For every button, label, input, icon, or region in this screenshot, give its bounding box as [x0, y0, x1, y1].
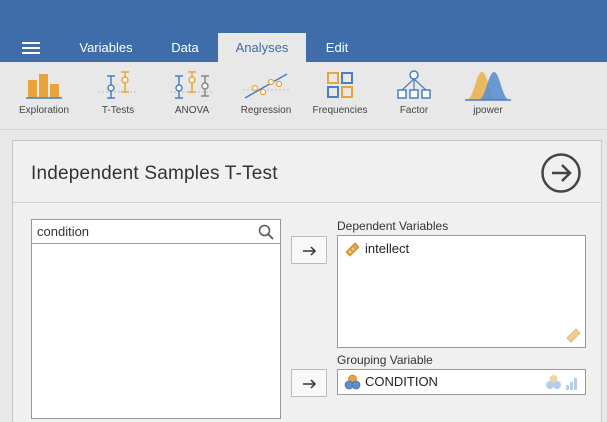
ribbon-label: jpower — [473, 105, 503, 116]
search-input[interactable] — [32, 220, 254, 243]
ribbon-label: Frequencies — [312, 105, 368, 116]
analysis-ribbon: Exploration T-Tests ANOVA Regression Fre… — [0, 62, 607, 130]
variable-list[interactable] — [31, 219, 281, 419]
ribbon-button-anova[interactable]: ANOVA — [157, 62, 227, 128]
dependent-variables-box[interactable]: intellect — [337, 235, 586, 348]
search-row — [32, 220, 280, 244]
tab-edit[interactable]: Edit — [312, 33, 362, 62]
arrow-right-icon — [303, 379, 317, 389]
tab-data[interactable]: Data — [158, 33, 212, 62]
ribbon-label: Regression — [240, 105, 292, 116]
arrow-right-circle-icon — [541, 153, 581, 193]
dependent-variable-name: intellect — [365, 241, 410, 256]
ribbon-button-frequencies[interactable]: Frequencies — [305, 62, 375, 128]
nominal-ordinal-type-hint-icon — [546, 375, 577, 390]
ribbon-button-jpower[interactable]: jpower — [453, 62, 523, 128]
ttests-icon — [98, 71, 138, 99]
continuous-variable-icon — [345, 242, 360, 257]
ribbon-label: Exploration — [18, 105, 70, 116]
title-divider — [13, 202, 601, 203]
frequencies-icon — [327, 72, 353, 98]
grouping-variable-name: CONDITION — [365, 374, 438, 389]
exploration-icon — [26, 74, 62, 99]
ribbon-label: Factor — [399, 105, 429, 116]
ribbon-label: ANOVA — [174, 105, 210, 116]
hamburger-menu-icon[interactable] — [22, 42, 40, 54]
jpower-icon — [465, 72, 511, 101]
move-to-grouping-button[interactable] — [291, 369, 327, 397]
anova-icon — [170, 71, 214, 99]
top-menu-bar: Variables Data Analyses Edit — [0, 0, 607, 62]
panel-title: Independent Samples T-Test — [31, 163, 278, 184]
factor-icon — [397, 70, 431, 99]
move-to-dependent-button[interactable] — [291, 236, 327, 264]
ribbon-label: T-Tests — [101, 105, 135, 116]
ribbon-button-ttests[interactable]: T-Tests — [83, 62, 153, 128]
ribbon-button-exploration[interactable]: Exploration — [9, 62, 79, 128]
nominal-variable-icon — [344, 374, 361, 390]
ribbon-button-regression[interactable]: Regression — [231, 62, 301, 128]
grouping-variable-box[interactable]: CONDITION — [337, 369, 586, 395]
arrow-right-icon — [303, 246, 317, 256]
analysis-options-panel: Independent Samples T-Test Depe — [12, 140, 602, 422]
ribbon-button-factor[interactable]: Factor — [379, 62, 449, 128]
dependent-variables-label: Dependent Variables — [337, 219, 449, 233]
search-icon[interactable] — [258, 224, 274, 240]
run-analysis-button[interactable] — [540, 152, 582, 194]
grouping-variable-label: Grouping Variable — [337, 353, 433, 367]
tab-analyses[interactable]: Analyses — [218, 33, 306, 62]
tab-variables[interactable]: Variables — [68, 33, 144, 62]
regression-icon — [243, 73, 289, 99]
continuous-type-hint-icon — [566, 328, 581, 343]
